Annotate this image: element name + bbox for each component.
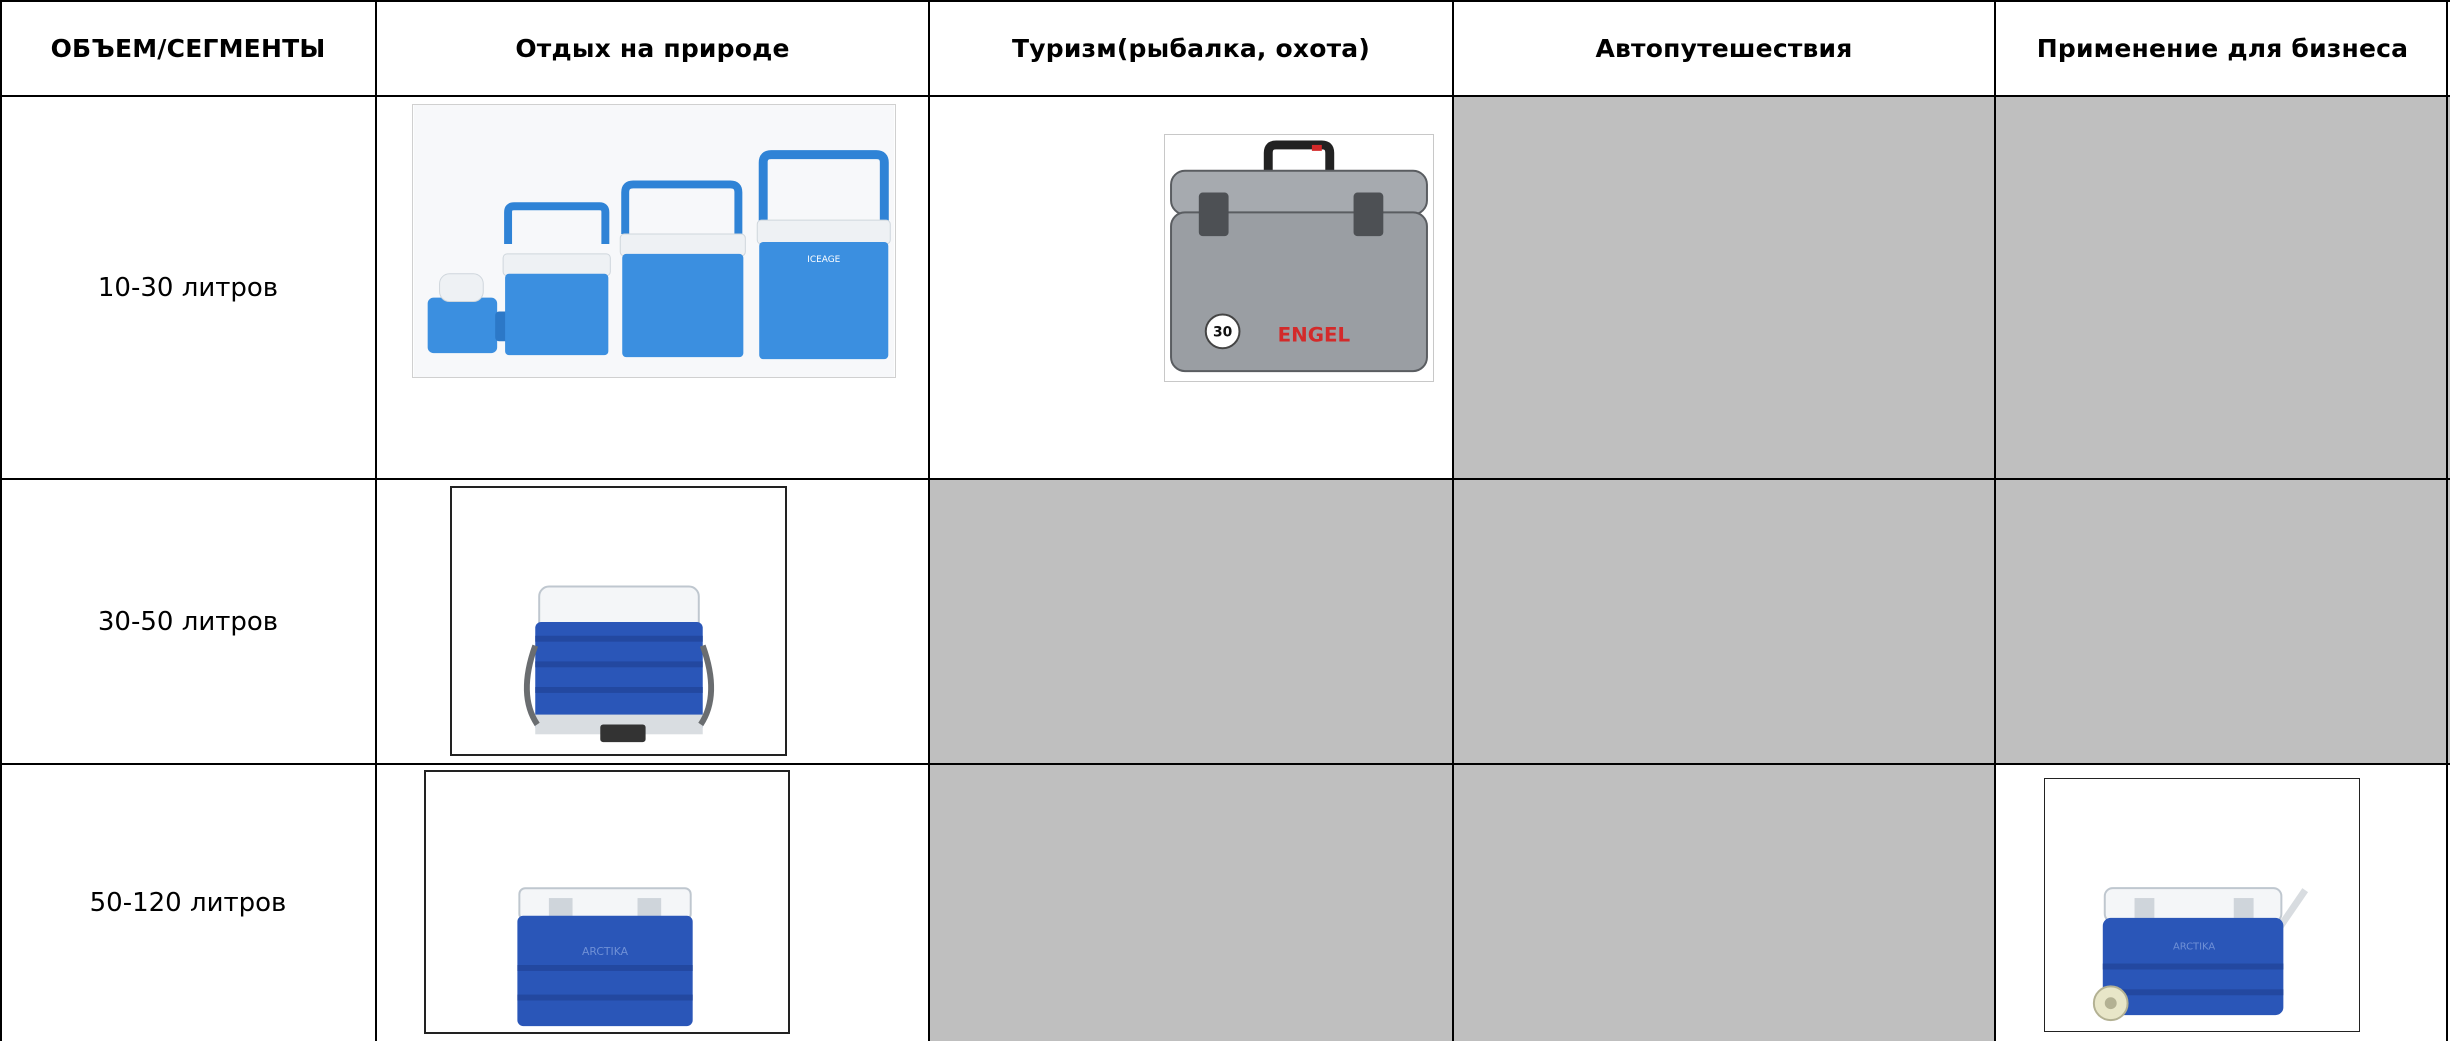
cooler-50-120-brand: ARCTIKA bbox=[582, 945, 629, 958]
empty-cell-r2-autotravel bbox=[1453, 479, 1995, 764]
empty-cell-r2-tourism bbox=[929, 479, 1453, 764]
header-business: Применение для бизнеса bbox=[1995, 0, 2450, 96]
engel-dry-box-image: 30 ENGEL bbox=[1164, 134, 1434, 382]
header-label: Автопутешествия bbox=[1595, 33, 1853, 63]
engel-box-illustration: 30 ENGEL bbox=[1165, 135, 1433, 381]
header-outdoor: Отдых на природе bbox=[376, 0, 929, 96]
header-volume-segments: ОБЪЕМ/СЕГМЕНТЫ bbox=[0, 0, 376, 96]
row-label-text: 50-120 литров bbox=[89, 887, 287, 918]
cooler-50-120-illustration: ARCTIKA bbox=[426, 772, 788, 1032]
table-border-right bbox=[2446, 0, 2448, 1041]
row-divider-1 bbox=[0, 95, 2450, 97]
engel-badge-number: 30 bbox=[1213, 324, 1232, 340]
col-divider-1 bbox=[375, 0, 377, 1041]
wheeled-cooler-image: ARCTIKA bbox=[2044, 778, 2360, 1032]
col-divider-4 bbox=[1994, 0, 1996, 1041]
empty-cell-r2-business bbox=[1995, 479, 2450, 764]
cooler-50-120-image: ARCTIKA bbox=[424, 770, 790, 1034]
cooler-30-50-illustration bbox=[452, 488, 785, 754]
row-label-text: 10-30 литров bbox=[97, 272, 279, 303]
row-divider-2 bbox=[0, 478, 2450, 480]
empty-cell-r1-autotravel bbox=[1453, 96, 1995, 479]
cooler-set-illustration: ICEAGE bbox=[413, 105, 895, 377]
header-autotravel: Автопутешествия bbox=[1453, 0, 1995, 96]
col-divider-2 bbox=[928, 0, 930, 1041]
row-label-50-120: 50-120 литров bbox=[0, 764, 376, 1041]
cooler-set-image: ICEAGE bbox=[412, 104, 896, 378]
header-tourism: Туризм(рыбалка, охота) bbox=[929, 0, 1453, 96]
row-divider-3 bbox=[0, 763, 2450, 765]
header-label: Отдых на природе bbox=[515, 33, 790, 63]
table-border-top bbox=[0, 0, 2450, 2]
header-label: Применение для бизнеса bbox=[2036, 33, 2409, 63]
cooler-set-brand: ICEAGE bbox=[807, 255, 840, 265]
header-label: ОБЪЕМ/СЕГМЕНТЫ bbox=[50, 33, 326, 63]
engel-brand-text: ENGEL bbox=[1278, 323, 1351, 346]
cooler-30-50-image bbox=[450, 486, 787, 756]
col-divider-3 bbox=[1452, 0, 1454, 1041]
row-label-text: 30-50 литров bbox=[97, 606, 279, 637]
row-label-10-30: 10-30 литров bbox=[0, 96, 376, 479]
wheeled-cooler-brand: ARCTIKA bbox=[2173, 942, 2215, 953]
header-label: Туризм(рыбалка, охота) bbox=[1012, 33, 1370, 63]
empty-cell-r1-business bbox=[1995, 96, 2450, 479]
empty-cell-r3-autotravel bbox=[1453, 764, 1995, 1041]
comparison-table: ОБЪЕМ/СЕГМЕНТЫ Отдых на природе Туризм(р… bbox=[0, 0, 2450, 1041]
wheeled-cooler-illustration: ARCTIKA bbox=[2045, 779, 2359, 1031]
row-label-30-50: 30-50 литров bbox=[0, 479, 376, 764]
table-border-left bbox=[0, 0, 2, 1041]
empty-cell-r3-tourism bbox=[929, 764, 1453, 1041]
